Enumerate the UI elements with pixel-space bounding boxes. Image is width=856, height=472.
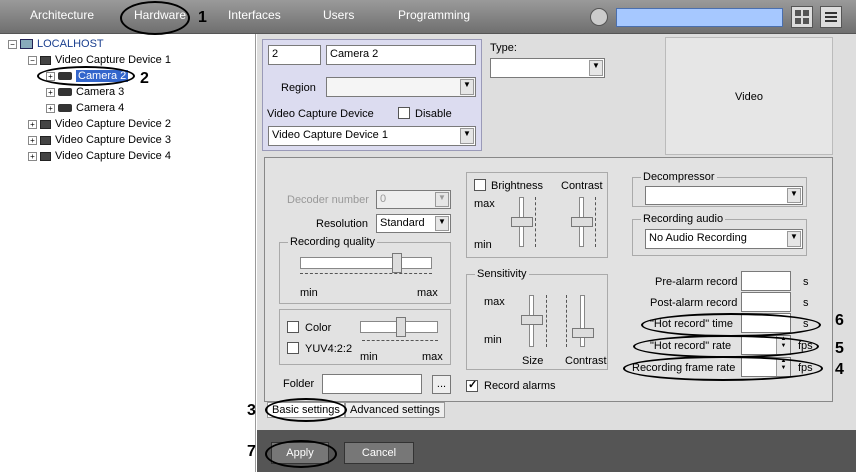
capture-device-icon — [40, 135, 51, 145]
tree-item-localhost[interactable]: − LOCALHOST — [8, 38, 104, 50]
callout-number: 2 — [140, 70, 149, 87]
type-select[interactable]: ▼ — [490, 58, 605, 78]
resolution-select[interactable]: Standard ▼ — [376, 214, 451, 233]
camera-id-field[interactable]: 2 — [268, 45, 321, 65]
tree-item-camera-3[interactable]: + Camera 3 — [46, 86, 124, 98]
disable-label: Disable — [415, 108, 452, 120]
prealarm-label: Pre-alarm record — [655, 276, 738, 288]
resolution-label: Resolution — [316, 218, 368, 230]
recording-audio-select[interactable]: No Audio Recording ▼ — [645, 229, 803, 249]
tree-item-device-1[interactable]: − Video Capture Device 1 — [28, 54, 171, 66]
capture-device-icon — [40, 119, 51, 129]
tab-architecture[interactable]: Architecture — [30, 8, 94, 22]
tree-item-device-4[interactable]: + Video Capture Device 4 — [28, 150, 171, 162]
recording-quality-group: Recording quality min max — [279, 236, 451, 304]
slider-thumb[interactable] — [571, 217, 593, 227]
camera-icon — [58, 88, 72, 97]
tree-item-device-3[interactable]: + Video Capture Device 3 — [28, 134, 171, 146]
record-alarms-label: Record alarms — [484, 380, 556, 392]
menu-icon[interactable] — [820, 6, 842, 28]
camera-name-field[interactable]: Camera 2 — [326, 45, 476, 65]
video-capture-device-select[interactable]: Video Capture Device 1 ▼ — [268, 126, 476, 146]
tab-users[interactable]: Users — [323, 8, 354, 22]
region-label: Region — [281, 82, 316, 94]
computer-icon — [20, 39, 33, 50]
recording-quality-slider[interactable] — [300, 257, 432, 269]
prealarm-field[interactable] — [741, 271, 791, 291]
slider-thumb[interactable] — [521, 315, 543, 325]
object-tree: − LOCALHOST − Video Capture Device 1 + Came… — [0, 34, 256, 472]
color-checkbox[interactable] — [287, 321, 299, 333]
cancel-button[interactable]: Cancel — [344, 442, 414, 464]
slider-thumb[interactable] — [572, 328, 594, 338]
postalarm-label: Post-alarm record — [650, 297, 738, 309]
callout-number: 5 — [835, 340, 844, 357]
tree-item-camera-4[interactable]: + Camera 4 — [46, 102, 124, 114]
video-capture-device-label: Video Capture Device — [267, 108, 374, 120]
tab-advanced-settings[interactable]: Advanced settings — [345, 402, 445, 418]
callout-oval — [641, 313, 821, 337]
slider-thumb[interactable] — [392, 253, 402, 273]
callout-number: 3 — [247, 402, 256, 419]
callout-number: 4 — [835, 361, 844, 378]
decompressor-group: Decompressor ▼ — [632, 171, 807, 207]
callout-oval — [265, 398, 347, 422]
region-select[interactable]: ▼ — [326, 77, 476, 97]
capture-device-icon — [40, 151, 51, 161]
sensitivity-group: Sensitivity max min Size Contrast — [466, 268, 608, 370]
video-preview: Video — [665, 37, 833, 155]
callout-number: 7 — [247, 443, 256, 460]
slider-thumb[interactable] — [396, 317, 406, 337]
browse-button[interactable]: ... — [432, 375, 451, 394]
callout-number: 1 — [198, 9, 207, 26]
folder-field[interactable] — [322, 374, 422, 394]
tab-programming[interactable]: Programming — [398, 8, 470, 22]
grid-layout-icon[interactable] — [791, 6, 813, 28]
sensitivity-contrast-slider[interactable] — [580, 295, 585, 347]
gear-icon[interactable] — [590, 8, 608, 26]
callout-oval — [37, 66, 135, 86]
bottom-action-bar: Apply Cancel — [257, 430, 856, 472]
camera-icon — [58, 104, 72, 113]
decompressor-select[interactable]: ▼ — [645, 186, 803, 205]
callout-oval — [633, 335, 819, 358]
callout-oval — [120, 1, 190, 35]
color-group: Color YUV4:2:2 min max — [279, 309, 451, 365]
tree-item-device-2[interactable]: + Video Capture Device 2 — [28, 118, 171, 130]
tab-interfaces[interactable]: Interfaces — [228, 8, 281, 22]
search-input[interactable] — [616, 8, 783, 27]
postalarm-field[interactable] — [741, 292, 791, 312]
slider-thumb[interactable] — [511, 217, 533, 227]
brightness-checkbox[interactable] — [474, 179, 486, 191]
type-label: Type: — [490, 42, 517, 54]
callout-oval — [623, 356, 823, 381]
folder-label: Folder — [283, 378, 315, 390]
decoder-number-select[interactable]: 0 ▼ — [376, 190, 451, 209]
camera-properties-group: 2 Camera 2 Region ▼ Video Capture Device… — [262, 39, 482, 151]
yuv-checkbox[interactable] — [287, 342, 299, 354]
disable-checkbox[interactable] — [398, 107, 410, 119]
callout-number: 6 — [835, 312, 844, 329]
capture-device-icon — [40, 55, 51, 65]
brightness-contrast-group: Brightness Contrast max min — [466, 172, 608, 258]
checkmark-icon: ✓ — [468, 379, 478, 391]
recording-audio-group: Recording audio No Audio Recording ▼ — [632, 213, 807, 256]
callout-oval — [265, 440, 337, 468]
decoder-number-label: Decoder number — [287, 194, 369, 206]
